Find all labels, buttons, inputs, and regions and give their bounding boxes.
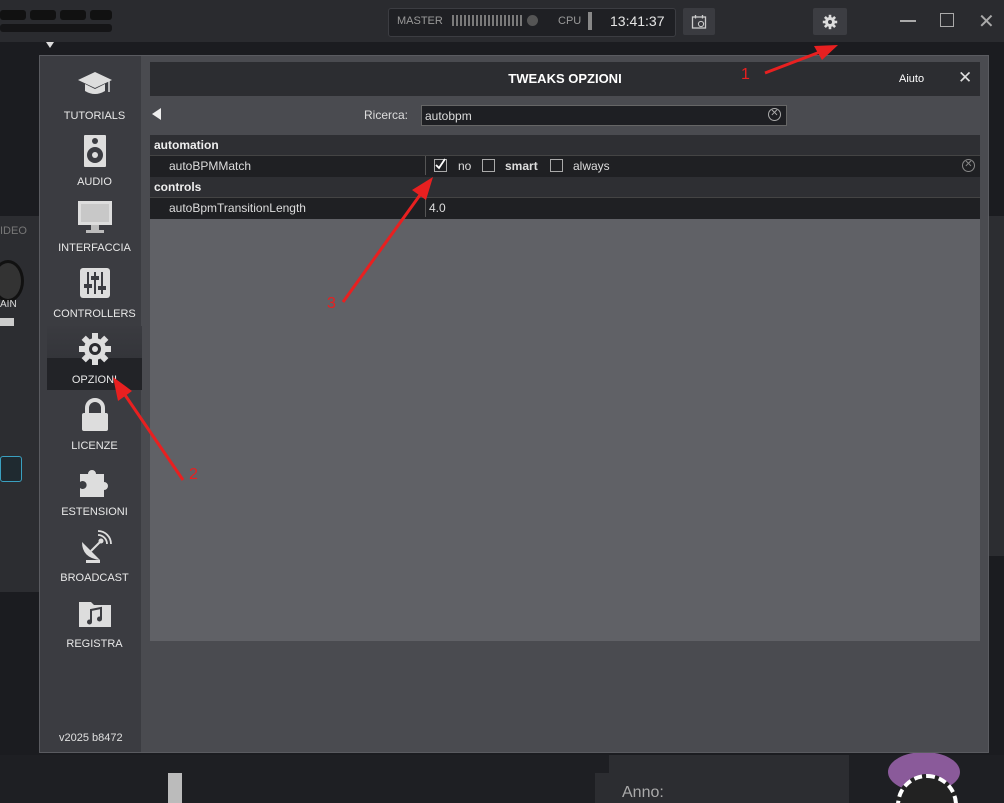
- annotation-arrows: [113, 45, 838, 481]
- annotation-number-2: 2: [189, 466, 198, 483]
- annotation-number-1: 1: [741, 66, 750, 83]
- annotation-number-3: 3: [327, 295, 336, 312]
